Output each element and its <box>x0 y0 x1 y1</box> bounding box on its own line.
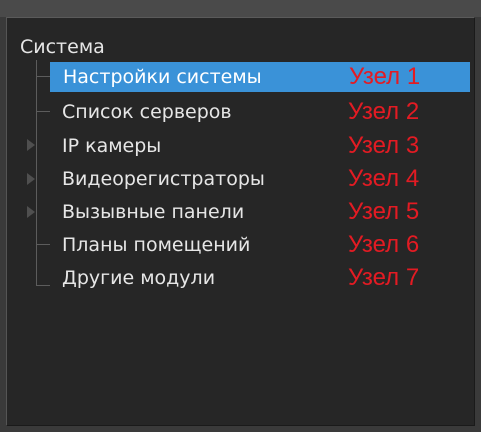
node-label: Узел 4 <box>348 165 420 192</box>
tree-item-label: Список серверов <box>62 101 232 123</box>
tree-item-label: Настройки системы <box>63 66 262 88</box>
node-label: Узел 3 <box>348 132 420 159</box>
node-label: Узел 7 <box>348 264 420 291</box>
window-frame-top <box>0 0 481 17</box>
node-label: Узел 2 <box>348 98 420 125</box>
tree-connector-stub <box>36 285 50 286</box>
tree-item-label: Видеорегистраторы <box>62 168 265 190</box>
window-frame-bottom <box>0 426 481 432</box>
tree-item-floor-plans[interactable]: Планы помещений Узел 6 <box>49 230 469 260</box>
node-label: Узел 5 <box>348 198 420 225</box>
tree-connector-stub <box>36 111 50 112</box>
tree-connector-stub <box>36 244 50 245</box>
tree-item-ip-cameras[interactable]: IP камеры Узел 3 <box>49 131 469 161</box>
tree-connector-line <box>36 60 37 286</box>
tree-item-call-panels[interactable]: Вызывные панели Узел 5 <box>49 197 469 227</box>
expand-arrow-icon[interactable] <box>27 173 35 185</box>
expand-arrow-icon[interactable] <box>27 139 35 151</box>
tree-connector-stub <box>36 76 50 77</box>
tree-item-system-settings[interactable]: Настройки системы Узел 1 <box>50 62 470 92</box>
tree-root-label[interactable]: Система <box>20 35 105 59</box>
tree-item-server-list[interactable]: Список серверов Узел 2 <box>49 97 469 127</box>
tree-item-label: Планы помещений <box>62 234 251 256</box>
tree-item-label: IP камеры <box>62 135 162 157</box>
tree-item-video-recorders[interactable]: Видеорегистраторы Узел 4 <box>49 164 469 194</box>
node-label: Узел 1 <box>349 63 421 90</box>
expand-arrow-icon[interactable] <box>27 206 35 218</box>
tree-item-label: Вызывные панели <box>62 201 245 223</box>
window-frame-right <box>475 17 481 432</box>
tree-item-label: Другие модули <box>62 267 216 289</box>
window: Система Настройки системы Узел 1 Список … <box>0 0 481 432</box>
node-label: Узел 6 <box>348 231 420 258</box>
tree-item-other-modules[interactable]: Другие модули Узел 7 <box>49 263 469 293</box>
